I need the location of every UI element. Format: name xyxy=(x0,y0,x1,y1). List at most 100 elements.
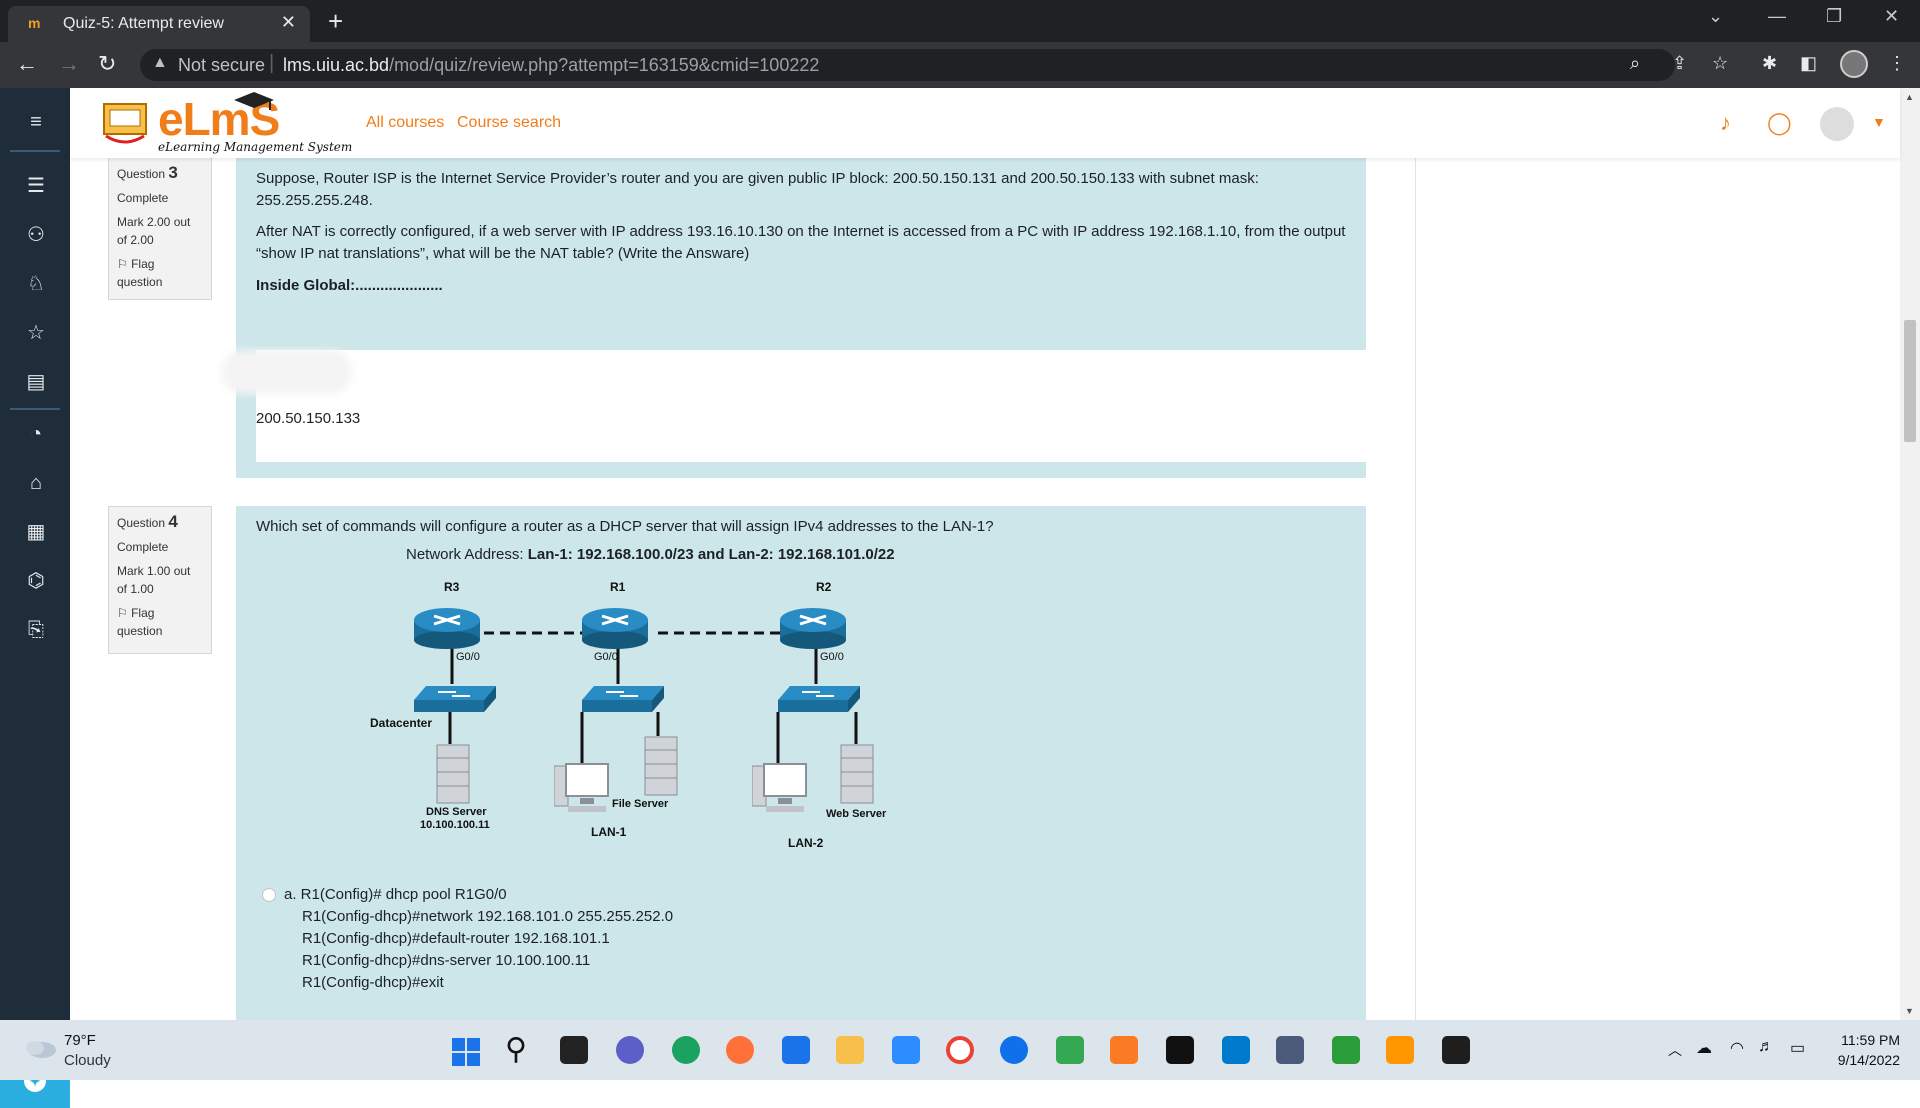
dashboard-gauge-icon[interactable]: ◔ xyxy=(24,422,48,446)
address-bar[interactable]: ▲ Not secure | lms.uiu.ac.bd/mod/quiz/re… xyxy=(140,49,1675,81)
question-mark: Mark 2.00 out of 2.00 xyxy=(117,215,191,247)
search-icon[interactable]: ⚲ xyxy=(505,1032,527,1067)
side-panel-icon[interactable]: ◧ xyxy=(1800,53,1817,74)
option-a-line: R1(Config-dhcp)#exit xyxy=(302,974,444,991)
badges-icon[interactable]: ♘ xyxy=(24,272,48,296)
task-view-icon[interactable] xyxy=(560,1036,588,1064)
restore-icon[interactable]: ❐ xyxy=(1826,6,1842,27)
zoom-app-icon[interactable] xyxy=(892,1036,920,1064)
notifications-bell-icon[interactable]: ♪ xyxy=(1720,110,1731,136)
url-host: lms.uiu.ac.bd xyxy=(283,55,390,75)
dns-server-label: DNS Server xyxy=(426,806,487,818)
volume-icon[interactable]: ♬ xyxy=(1758,1038,1774,1056)
user-avatar[interactable] xyxy=(1820,107,1854,141)
battery-icon[interactable]: ▭ xyxy=(1790,1038,1805,1058)
tab-search-icon[interactable]: ⌄ xyxy=(1708,6,1723,27)
back-icon[interactable]: ← xyxy=(16,51,38,77)
messages-chat-icon[interactable]: ◯ xyxy=(1767,110,1792,136)
weather-cloud-icon[interactable] xyxy=(22,1036,58,1060)
nav-divider xyxy=(10,408,60,410)
flag-question-link[interactable]: ⚐ Flag question xyxy=(117,604,203,640)
firefox-icon[interactable] xyxy=(726,1036,754,1064)
scroll-up-icon[interactable]: ▲ xyxy=(1905,92,1914,102)
profile-avatar[interactable] xyxy=(1840,50,1868,78)
router-r3-icon xyxy=(414,608,480,649)
bookmark-star-icon[interactable]: ☆ xyxy=(1712,53,1728,74)
question-3-info: Question 3 Complete Mark 2.00 out of 2.0… xyxy=(108,158,212,300)
reload-icon[interactable]: ↻ xyxy=(98,51,116,77)
menu-icon[interactable]: ⋮ xyxy=(1888,53,1906,74)
dns-server-ip: 10.100.100.11 xyxy=(420,819,490,831)
sublime-text-icon[interactable] xyxy=(1386,1036,1414,1064)
app-icon[interactable] xyxy=(1332,1036,1360,1064)
onedrive-icon[interactable]: ☁ xyxy=(1696,1038,1712,1058)
answer-box: 200.50.150.133 xyxy=(256,350,1374,462)
redacted-blur xyxy=(222,350,352,394)
scroll-down-icon[interactable]: ▼ xyxy=(1905,1006,1914,1016)
participants-icon[interactable]: ⚇ xyxy=(24,223,48,247)
competencies-star-icon[interactable]: ☆ xyxy=(24,321,48,345)
option-a[interactable]: a. R1(Config)# dhcp pool R1G0/0 R1(Confi… xyxy=(284,884,673,994)
edge-browser-icon[interactable] xyxy=(672,1036,700,1064)
clock-time: 11:59 PM xyxy=(1841,1032,1900,1048)
flag-question-link[interactable]: ⚐ Flag question xyxy=(117,255,203,291)
file-server-label: File Server xyxy=(612,798,669,810)
share-icon[interactable]: ⇪ xyxy=(1672,53,1687,74)
virtualbox-icon[interactable] xyxy=(1276,1036,1304,1064)
zoom-icon[interactable]: ⌕ xyxy=(1630,53,1640,74)
url-text[interactable]: lms.uiu.ac.bd/mod/quiz/review.php?attemp… xyxy=(283,55,819,76)
xampp-icon[interactable] xyxy=(1110,1036,1138,1064)
question-state: Complete xyxy=(117,540,169,554)
new-tab-button[interactable]: + xyxy=(328,6,343,37)
winrar-icon[interactable] xyxy=(1056,1036,1084,1064)
question-state: Complete xyxy=(117,191,169,205)
taskbar-clock[interactable]: 11:59 PM 9/14/2022 xyxy=(1820,1030,1900,1070)
all-courses-link[interactable]: All courses xyxy=(366,114,444,132)
hamburger-menu-icon[interactable]: ≡ xyxy=(24,110,48,134)
chrome-icon[interactable] xyxy=(946,1036,974,1064)
chat-app-icon[interactable] xyxy=(616,1036,644,1064)
warning-icon: ▲ xyxy=(152,54,168,71)
security-label[interactable]: Not secure xyxy=(178,55,265,76)
forward-icon[interactable]: → xyxy=(58,51,80,77)
question-3-text-2: After NAT is correctly configured, if a … xyxy=(256,223,1346,262)
option-a-line: a. R1(Config)# dhcp pool R1G0/0 xyxy=(284,886,507,903)
user-menu-caret-icon[interactable]: ▼ xyxy=(1872,114,1886,130)
calendar-icon[interactable]: ▦ xyxy=(24,520,48,544)
lan2-label: LAN-2 xyxy=(788,836,824,850)
figma-icon[interactable] xyxy=(1442,1036,1470,1064)
teamviewer-icon[interactable] xyxy=(1000,1036,1028,1064)
browser-tab[interactable]: m Quiz-5: Attempt review ✕ xyxy=(8,6,310,42)
wifi-icon[interactable]: ◠ xyxy=(1730,1038,1744,1058)
r3-interface-label: G0/0 xyxy=(456,651,480,663)
weather-condition[interactable]: Cloudy xyxy=(64,1052,111,1069)
pycharm-icon[interactable] xyxy=(1166,1036,1194,1064)
close-window-icon[interactable]: ✕ xyxy=(1884,6,1899,27)
grades-book-icon[interactable]: ▤ xyxy=(24,370,48,394)
tab-close-icon[interactable]: ✕ xyxy=(281,12,296,33)
private-files-icon[interactable]: ⎘ xyxy=(24,618,48,642)
site-home-icon[interactable]: ⌂ xyxy=(24,471,48,495)
university-crest-icon[interactable] xyxy=(100,98,150,146)
my-courses-cap-icon[interactable]: ⌬ xyxy=(24,569,48,593)
windows-start-icon[interactable] xyxy=(452,1038,480,1066)
vscode-icon[interactable] xyxy=(1222,1036,1250,1064)
show-hidden-icons-icon[interactable]: ︿ xyxy=(1668,1040,1682,1060)
question-4-info: Question 4 Complete Mark 1.00 out of 1.0… xyxy=(108,506,212,654)
list-icon[interactable]: ☰ xyxy=(24,174,48,198)
switch-datacenter-icon xyxy=(414,686,496,712)
minimize-icon[interactable]: — xyxy=(1768,6,1786,27)
question-4-content: Which set of commands will configure a r… xyxy=(236,506,1366,1020)
extensions-icon[interactable]: ✱ xyxy=(1762,53,1777,74)
scrollbar-thumb[interactable] xyxy=(1904,320,1916,442)
browser-toolbar: ← → ↻ ▲ Not secure | lms.uiu.ac.bd/mod/q… xyxy=(0,42,1920,88)
weather-temperature[interactable]: 79°F xyxy=(64,1032,96,1049)
page-scrollbar[interactable] xyxy=(1900,88,1920,1020)
file-explorer-icon[interactable] xyxy=(836,1036,864,1064)
page-content: Question 3 Complete Mark 2.00 out of 2.0… xyxy=(70,158,1900,1020)
file-server-icon xyxy=(644,736,678,796)
mail-icon[interactable] xyxy=(782,1036,810,1064)
option-a-radio[interactable] xyxy=(262,888,276,902)
datacenter-label: Datacenter xyxy=(370,716,433,730)
course-search-link[interactable]: Course search xyxy=(457,114,561,132)
